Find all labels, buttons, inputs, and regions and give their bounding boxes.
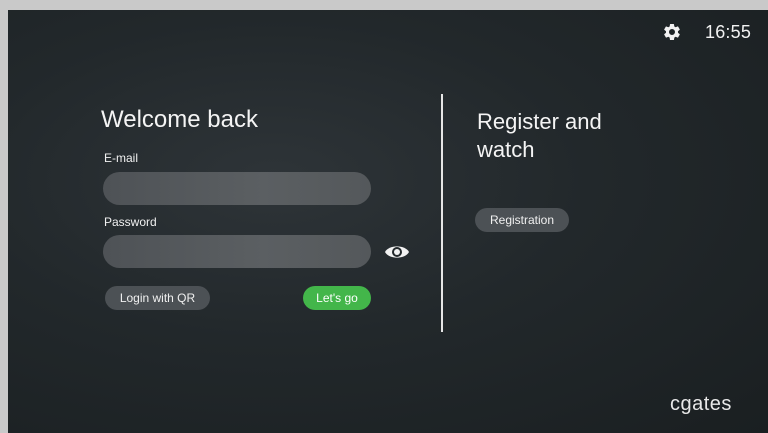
- gear-icon[interactable]: [662, 22, 682, 42]
- password-field[interactable]: [103, 235, 371, 268]
- tv-screen: 16:55 Welcome back E-mail Password Login…: [8, 10, 768, 433]
- registration-button[interactable]: Registration: [475, 208, 569, 232]
- login-title: Welcome back: [101, 106, 258, 133]
- login-with-qr-button[interactable]: Login with QR: [105, 286, 210, 310]
- email-field[interactable]: [103, 172, 371, 205]
- email-label: E-mail: [104, 151, 139, 165]
- clock: 16:55: [705, 22, 752, 42]
- eye-icon[interactable]: [384, 242, 410, 262]
- register-title: Register and watch: [477, 109, 602, 162]
- divider: [441, 94, 443, 332]
- lets-go-button[interactable]: Let's go: [303, 286, 371, 310]
- password-label: Password: [104, 215, 157, 229]
- brand-logo: cgates: [670, 393, 732, 415]
